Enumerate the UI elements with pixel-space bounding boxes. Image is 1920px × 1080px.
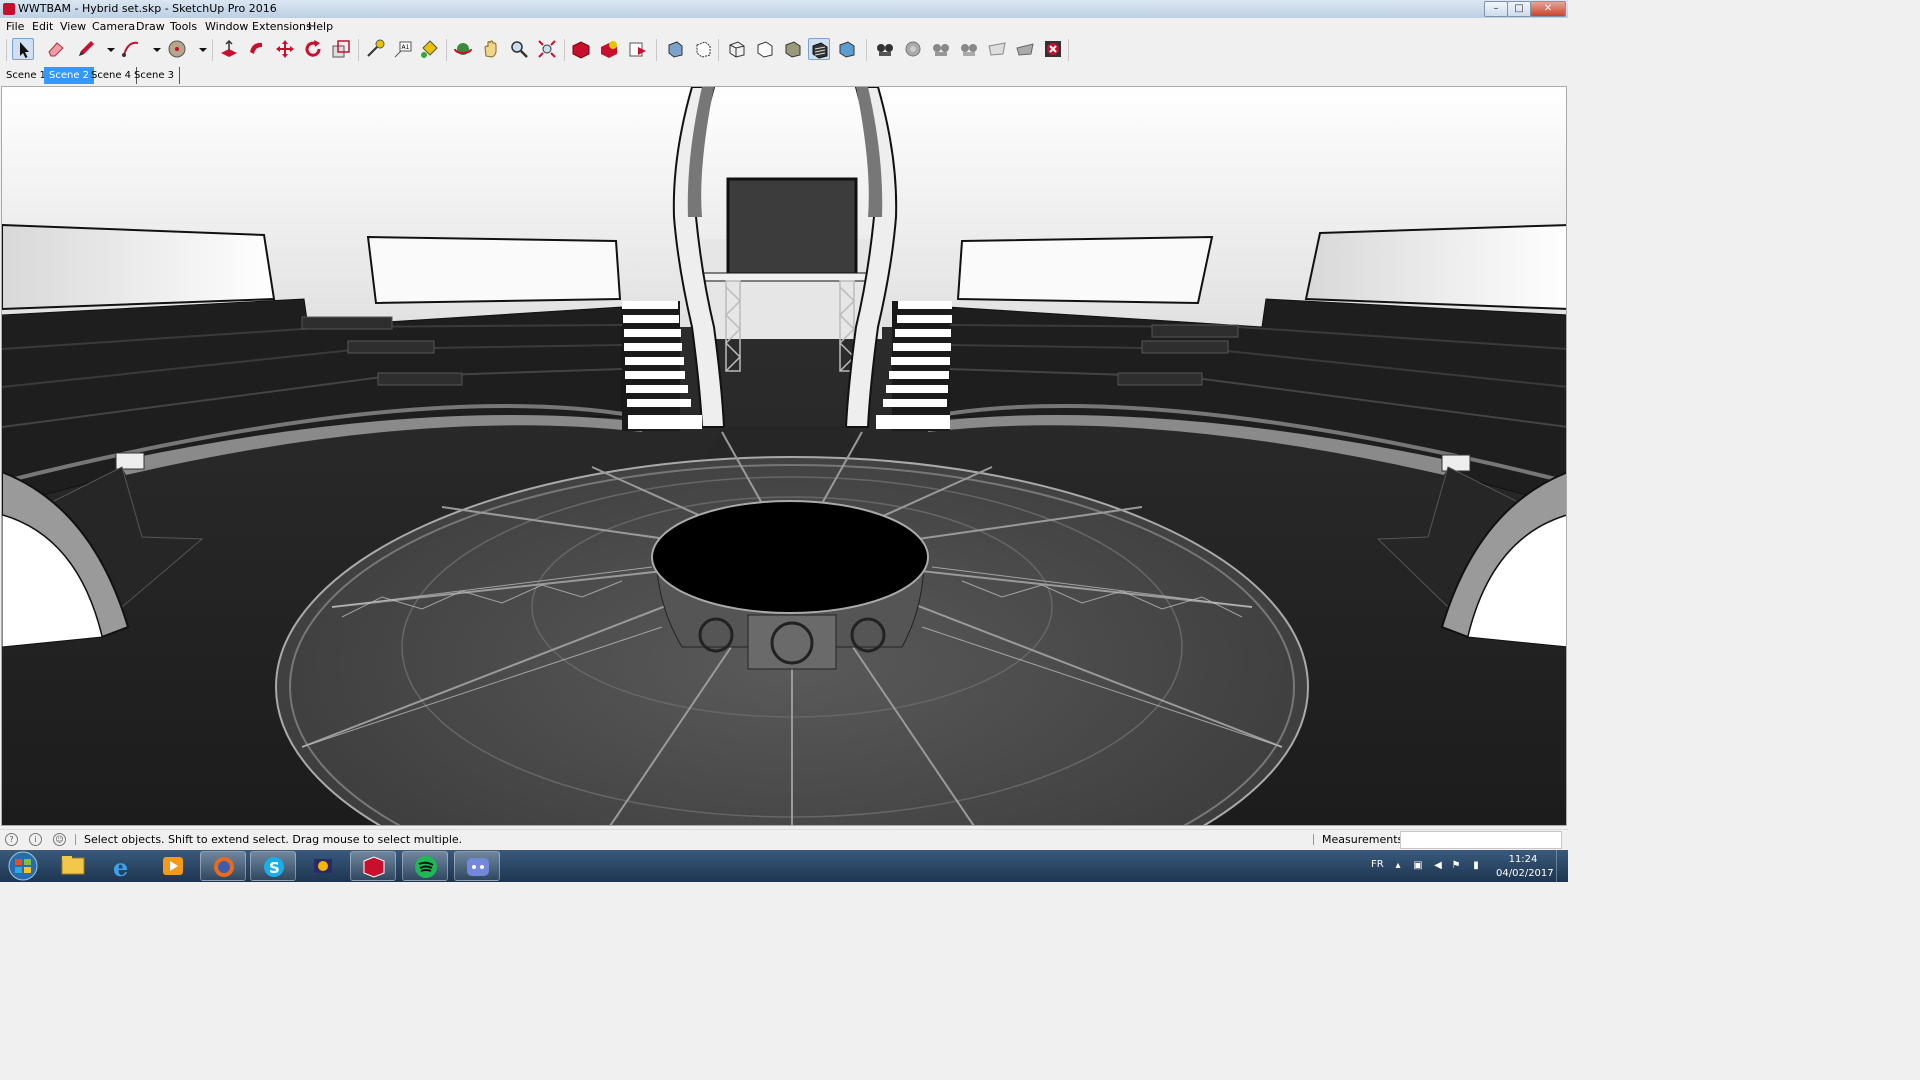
text-tool-icon[interactable]: A1 bbox=[392, 38, 414, 60]
wireframe-style-icon[interactable] bbox=[726, 38, 748, 60]
light-panel bbox=[1304, 224, 1566, 310]
action-center-flag-icon[interactable]: ⚑ bbox=[1450, 860, 1462, 872]
title-bar: WWTBAM - Hybrid set.skp - SketchUp Pro 2… bbox=[0, 0, 1568, 18]
light-panel bbox=[956, 235, 1214, 305]
menu-camera[interactable]: Camera bbox=[92, 20, 135, 33]
user-credits-icon[interactable]: ☺ bbox=[53, 833, 66, 846]
menu-bar: File Edit View Camera Draw Tools Window … bbox=[0, 18, 1568, 34]
hidden-line-style-icon[interactable] bbox=[754, 38, 776, 60]
scale-icon[interactable] bbox=[330, 38, 352, 60]
scene-tab-3[interactable]: Scene 3 bbox=[129, 67, 181, 84]
network-icon[interactable]: ▮ bbox=[1470, 860, 1482, 872]
tray-expand-icon[interactable]: ▴ bbox=[1392, 860, 1404, 872]
warehouse-icon[interactable] bbox=[570, 38, 592, 60]
xray-style-icon[interactable] bbox=[664, 38, 686, 60]
select-arrow-icon[interactable] bbox=[12, 38, 34, 60]
language-indicator[interactable]: FR bbox=[1371, 859, 1384, 870]
volume-icon[interactable]: ◀ bbox=[1432, 860, 1444, 872]
model-viewport[interactable] bbox=[1, 86, 1567, 826]
studio-set-render bbox=[2, 87, 1566, 825]
sandbox-smoove-icon[interactable] bbox=[874, 38, 896, 60]
monochrome-style-icon[interactable] bbox=[836, 38, 858, 60]
sandbox-stamp-icon[interactable] bbox=[902, 38, 924, 60]
tape-measure-icon[interactable] bbox=[364, 38, 386, 60]
zoom-icon[interactable] bbox=[508, 38, 530, 60]
menu-edit[interactable]: Edit bbox=[32, 20, 53, 33]
maximize-button[interactable]: □ bbox=[1507, 1, 1531, 17]
game-app-icon[interactable] bbox=[300, 851, 346, 881]
pan-hand-icon[interactable] bbox=[480, 38, 502, 60]
start-button[interactable] bbox=[3, 850, 43, 882]
close-button[interactable]: ✕ bbox=[1530, 1, 1566, 17]
extension-warehouse-icon[interactable] bbox=[598, 38, 620, 60]
toolbar: A1 bbox=[0, 34, 1568, 67]
measurements-input[interactable] bbox=[1400, 831, 1562, 849]
follow-me-icon[interactable] bbox=[246, 38, 268, 60]
light-panel bbox=[2, 223, 276, 311]
clock-date[interactable]: 04/02/2017 bbox=[1496, 868, 1554, 879]
dropdown-arrow-icon[interactable] bbox=[192, 38, 207, 60]
menu-help[interactable]: Help bbox=[308, 20, 333, 33]
menu-tools[interactable]: Tools bbox=[170, 20, 197, 33]
dropdown-arrow-icon[interactable] bbox=[100, 38, 115, 60]
shape-circle-icon[interactable] bbox=[166, 38, 188, 60]
sandbox-flip-edge-icon[interactable] bbox=[986, 38, 1008, 60]
windows-taskbar: e S FR ▴ ▣ ◀ ⚑ ▮ 11:24 04/02/2017 bbox=[0, 850, 1568, 882]
menu-draw[interactable]: Draw bbox=[136, 20, 165, 33]
skype-icon[interactable]: S bbox=[250, 851, 296, 881]
internet-explorer-icon[interactable]: e bbox=[100, 851, 146, 881]
windows-explorer-icon[interactable] bbox=[50, 851, 96, 881]
menu-view[interactable]: View bbox=[60, 20, 86, 33]
discord-icon[interactable] bbox=[454, 851, 500, 881]
svg-text:S: S bbox=[269, 859, 280, 877]
sketchup-icon[interactable] bbox=[350, 851, 396, 881]
geo-location-icon[interactable]: ? bbox=[5, 833, 18, 846]
move-icon[interactable] bbox=[274, 38, 296, 60]
spotify-icon[interactable] bbox=[402, 851, 448, 881]
eraser-icon[interactable] bbox=[45, 38, 67, 60]
push-pull-icon[interactable] bbox=[218, 38, 240, 60]
menu-extensions[interactable]: Extensions bbox=[252, 20, 312, 33]
paint-bucket-icon[interactable] bbox=[418, 38, 440, 60]
back-edges-style-icon[interactable] bbox=[692, 38, 714, 60]
orbit-icon[interactable] bbox=[452, 38, 474, 60]
media-player-icon[interactable] bbox=[150, 851, 196, 881]
arc-icon[interactable] bbox=[120, 38, 142, 60]
center-stage-hole bbox=[651, 500, 929, 614]
measurements-label: Measurements bbox=[1322, 833, 1404, 846]
send-to-layout-icon[interactable] bbox=[626, 38, 648, 60]
window-title: WWTBAM - Hybrid set.skp - SketchUp Pro 2… bbox=[18, 2, 277, 15]
sketchup-app-icon bbox=[3, 3, 15, 15]
show-desktop-button[interactable] bbox=[1556, 850, 1569, 882]
zoom-extents-icon[interactable] bbox=[536, 38, 558, 60]
sandbox-add-detail-icon[interactable] bbox=[958, 38, 980, 60]
svg-text:A1: A1 bbox=[402, 44, 410, 51]
status-message: Select objects. Shift to extend select. … bbox=[84, 833, 463, 846]
firefox-icon[interactable] bbox=[200, 851, 246, 881]
pencil-line-icon[interactable] bbox=[75, 38, 97, 60]
dropdown-arrow-icon[interactable] bbox=[146, 38, 161, 60]
sandbox-from-contours-icon[interactable] bbox=[1014, 38, 1036, 60]
scene-tabs: Scene 1 Scene 2 Scene 4 Scene 3 bbox=[0, 66, 1568, 85]
shaded-style-icon[interactable] bbox=[782, 38, 804, 60]
menu-file[interactable]: File bbox=[6, 20, 24, 33]
status-bar: ? i ☺ Select objects. Shift to extend se… bbox=[0, 829, 1568, 849]
minimize-button[interactable]: – bbox=[1484, 1, 1508, 17]
svg-text:e: e bbox=[113, 853, 128, 881]
light-panel bbox=[366, 235, 622, 305]
shaded-textures-style-icon[interactable] bbox=[808, 38, 830, 60]
rotate-icon[interactable] bbox=[302, 38, 324, 60]
sandbox-from-scratch-icon[interactable] bbox=[1042, 38, 1064, 60]
menu-window[interactable]: Window bbox=[205, 20, 248, 33]
center-video-screen bbox=[726, 177, 858, 277]
sandbox-drape-icon[interactable] bbox=[930, 38, 952, 60]
clock-time[interactable]: 11:24 bbox=[1500, 854, 1546, 865]
device-icon[interactable]: ▣ bbox=[1412, 860, 1424, 872]
info-icon[interactable]: i bbox=[29, 833, 42, 846]
